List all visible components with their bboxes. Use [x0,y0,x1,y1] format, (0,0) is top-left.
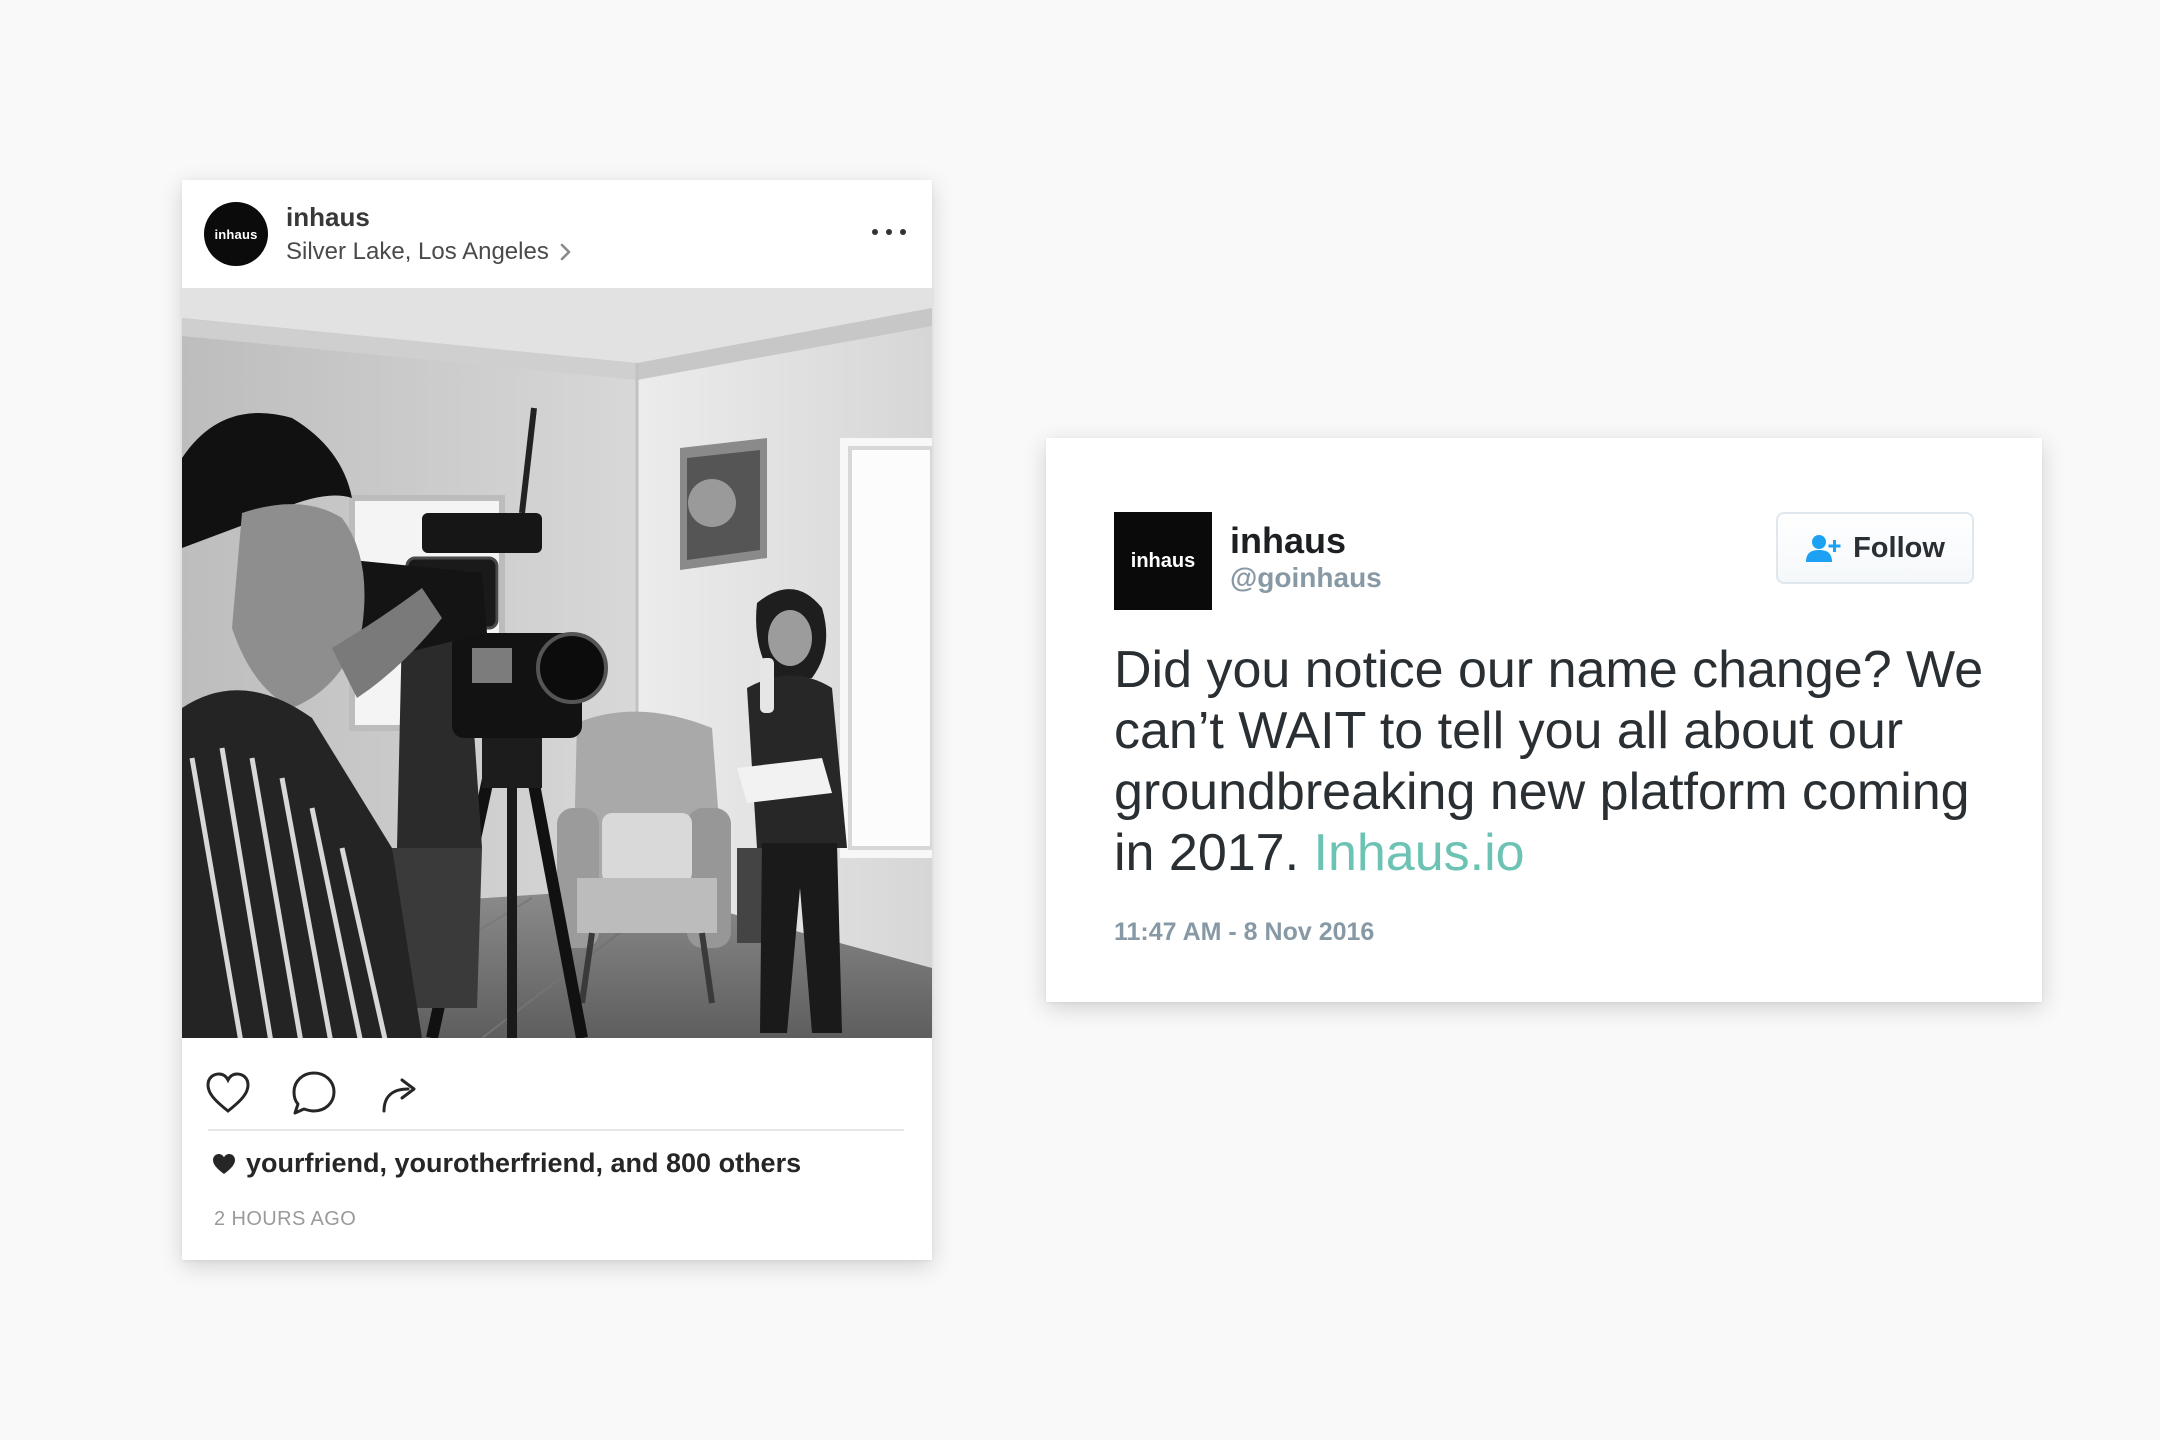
location-link[interactable]: Silver Lake, Los Angeles [286,238,573,266]
post-timestamp: 2 HOURS AGO [214,1208,357,1230]
username[interactable]: inhaus [286,202,370,233]
location-label: Silver Lake, Los Angeles [286,238,549,265]
tweet-text: Did you notice our name change? We can’t… [1114,640,1994,884]
post-header: inhaus inhaus Silver Lake, Los Angeles [182,180,932,288]
follow-button-label: Follow [1853,531,1945,564]
tweet-handle[interactable]: @goinhaus [1230,562,1382,594]
chevron-right-icon [560,243,571,261]
tweet-link[interactable]: Inhaus.io [1314,824,1525,882]
heart-filled-icon [213,1153,235,1174]
heart-icon[interactable] [204,1069,252,1117]
add-user-icon [1806,535,1841,562]
instagram-post-card: inhaus inhaus Silver Lake, Los Angeles y… [182,180,932,1260]
avatar[interactable]: inhaus [204,202,268,266]
tweet-avatar[interactable]: inhaus [1114,512,1212,610]
more-options-icon[interactable] [872,220,906,244]
tweet-card: inhaus inhaus @goinhaus Follow Did you n… [1046,438,2042,1002]
page: inhaus inhaus Silver Lake, Los Angeles y… [0,0,2160,1440]
divider [208,1129,904,1131]
tweet-timestamp[interactable]: 11:47 AM - 8 Nov 2016 [1114,918,1374,947]
likes-row[interactable]: yourfriend, yourotherfriend, and 800 oth… [212,1148,801,1179]
comment-icon[interactable] [290,1069,338,1117]
follow-button[interactable]: Follow [1776,512,1974,584]
post-photo [182,288,932,1038]
tweet-body: Did you notice our name change? We can’t… [1114,641,1984,882]
post-actions [204,1058,424,1128]
likes-text: yourfriend, yourotherfriend, and 800 oth… [246,1148,802,1178]
tweet-display-name[interactable]: inhaus [1230,520,1346,562]
share-icon[interactable] [376,1069,424,1117]
